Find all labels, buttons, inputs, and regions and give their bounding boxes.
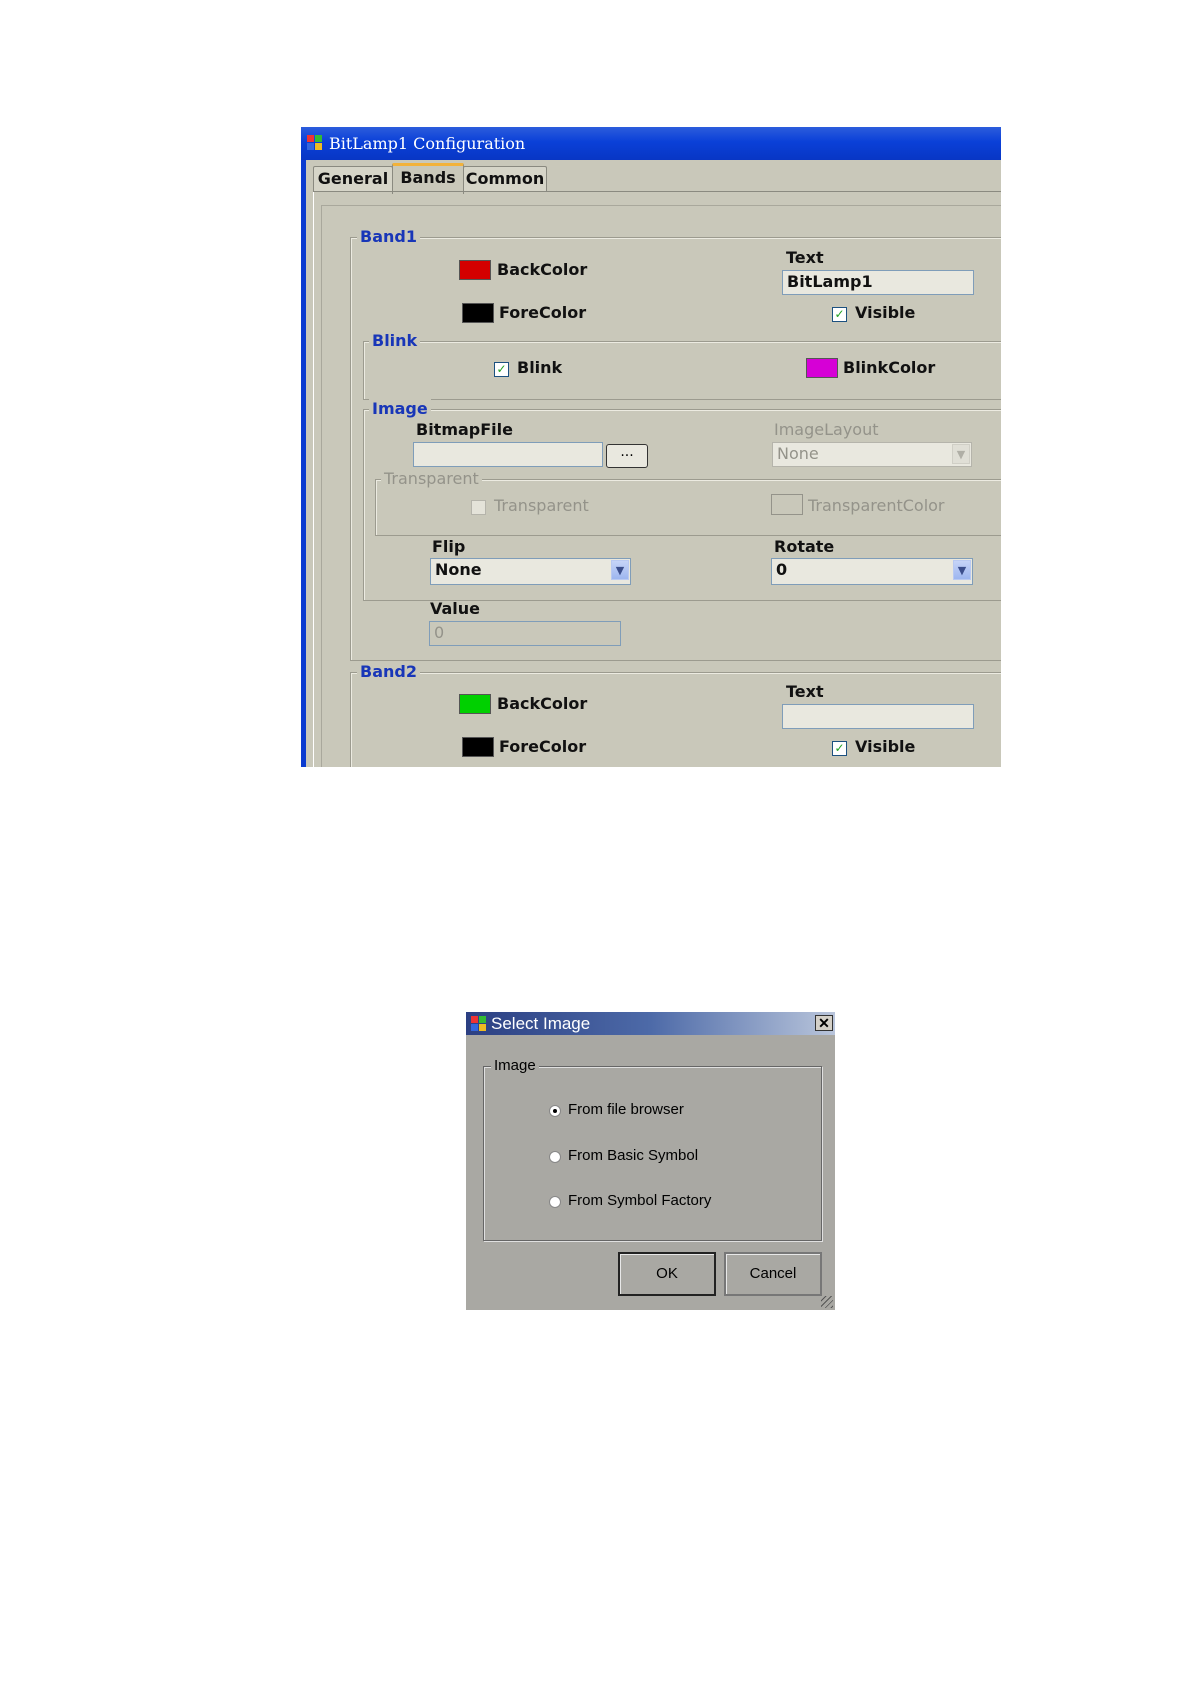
dropdown-arrow-icon[interactable]: ▼ xyxy=(953,560,971,580)
image-group-label: Image xyxy=(369,399,431,418)
bitlamp-config-window: BitLamp1 Configuration General Bands Com… xyxy=(301,127,1001,767)
checkmark-icon: ✓ xyxy=(834,307,845,321)
imagelayout-select[interactable]: None ▼ xyxy=(772,442,972,467)
value-label: Value xyxy=(430,599,481,618)
tab-general[interactable]: General xyxy=(313,166,393,191)
band1-backcolor-swatch[interactable] xyxy=(459,260,491,280)
flip-value: None xyxy=(435,560,482,579)
radio-from-basic-symbol[interactable] xyxy=(549,1151,561,1163)
band2-forecolor-swatch[interactable] xyxy=(462,737,494,757)
label-from-symbol-factory[interactable]: From Symbol Factory xyxy=(568,1192,711,1209)
browse-button[interactable]: ... xyxy=(606,444,648,468)
blink-checkbox[interactable]: ✓ xyxy=(494,362,509,377)
close-icon: ✕ xyxy=(818,1015,830,1031)
band2-forecolor-label[interactable]: ForeColor xyxy=(499,737,586,756)
band1-label: Band1 xyxy=(357,227,420,246)
band1-forecolor-swatch[interactable] xyxy=(462,303,494,323)
rotate-select[interactable]: 0 ▼ xyxy=(771,558,973,585)
transparentcolor-swatch[interactable] xyxy=(771,494,803,515)
label-from-file-browser[interactable]: From file browser xyxy=(568,1101,684,1118)
band1-forecolor-label[interactable]: ForeColor xyxy=(499,303,586,322)
rotate-value: 0 xyxy=(776,560,788,579)
dialog-title-bar[interactable]: Select Image ✕ xyxy=(466,1012,835,1035)
config-window-title: BitLamp1 Configuration xyxy=(329,134,526,153)
rotate-label: Rotate xyxy=(774,537,835,556)
app-icon xyxy=(307,135,323,151)
blink-group-label: Blink xyxy=(369,331,421,350)
transparent-checkbox[interactable] xyxy=(471,500,486,515)
image-source-group-label: Image xyxy=(491,1057,539,1074)
tab-common[interactable]: Common xyxy=(463,166,547,191)
radio-from-symbol-factory[interactable] xyxy=(549,1196,561,1208)
band1-text-label: Text xyxy=(786,248,824,267)
transparent-label[interactable]: Transparent xyxy=(494,496,589,515)
checkmark-icon: ✓ xyxy=(496,362,507,376)
checkmark-icon: ✓ xyxy=(834,741,845,755)
band2-visible-label[interactable]: Visible xyxy=(855,737,915,756)
blinkcolor-label[interactable]: BlinkColor xyxy=(843,358,935,377)
band1-visible-label[interactable]: Visible xyxy=(855,303,915,322)
bitmapfile-label: BitmapFile xyxy=(416,420,513,439)
band1-visible-checkbox[interactable]: ✓ xyxy=(832,307,847,322)
value-field[interactable]: 0 xyxy=(429,621,621,646)
band2-backcolor-swatch[interactable] xyxy=(459,694,491,714)
bitmapfile-field[interactable] xyxy=(413,442,603,467)
flip-select[interactable]: None ▼ xyxy=(430,558,631,585)
window-left-border xyxy=(301,160,306,767)
app-icon xyxy=(471,1016,487,1032)
tab-bands[interactable]: Bands xyxy=(392,163,464,194)
band2-visible-checkbox[interactable]: ✓ xyxy=(832,741,847,756)
band2-text-label: Text xyxy=(786,682,824,701)
band2-label: Band2 xyxy=(357,662,420,681)
dialog-title: Select Image xyxy=(491,1014,591,1033)
config-title-bar[interactable]: BitLamp1 Configuration xyxy=(301,127,1001,160)
label-from-basic-symbol[interactable]: From Basic Symbol xyxy=(568,1147,698,1164)
band2-text-field[interactable] xyxy=(782,704,974,729)
transparent-group-label: Transparent xyxy=(381,469,482,488)
transparentcolor-label[interactable]: TransparentColor xyxy=(808,496,945,515)
blink-label[interactable]: Blink xyxy=(517,358,562,377)
band2-backcolor-label[interactable]: BackColor xyxy=(497,694,587,713)
flip-label: Flip xyxy=(432,537,466,556)
dropdown-arrow-icon[interactable]: ▼ xyxy=(611,560,629,580)
select-image-dialog: Select Image ✕ Image From file browser F… xyxy=(466,1012,835,1310)
resize-grip-icon[interactable] xyxy=(821,1296,833,1308)
ok-button[interactable]: OK xyxy=(618,1252,716,1296)
close-button[interactable]: ✕ xyxy=(815,1015,833,1031)
radio-from-file-browser[interactable] xyxy=(549,1105,561,1117)
band1-backcolor-label[interactable]: BackColor xyxy=(497,260,587,279)
cancel-button[interactable]: Cancel xyxy=(724,1252,822,1296)
blinkcolor-swatch[interactable] xyxy=(806,358,838,378)
imagelayout-label: ImageLayout xyxy=(774,420,879,439)
band1-text-field[interactable]: BitLamp1 xyxy=(782,270,974,295)
dropdown-arrow-icon: ▼ xyxy=(952,444,970,464)
imagelayout-value: None xyxy=(777,444,819,463)
